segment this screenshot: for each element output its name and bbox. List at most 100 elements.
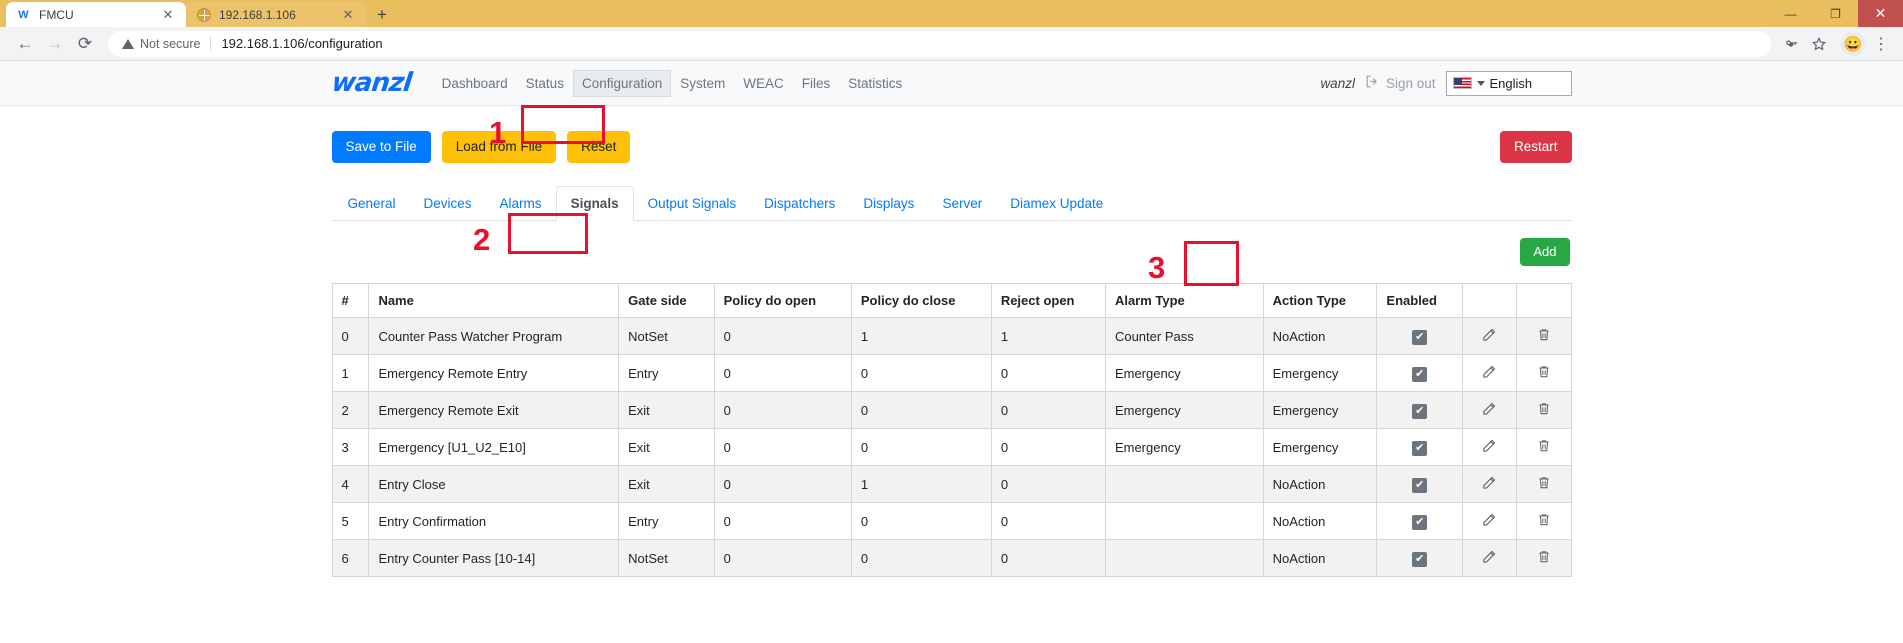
browser-tab-title: 192.168.1.106 (219, 7, 296, 22)
edit-icon[interactable] (1472, 438, 1507, 453)
cell-gate-side: Entry (618, 502, 715, 541)
edit-icon[interactable] (1472, 327, 1507, 342)
enabled-checkbox[interactable]: ✔ (1412, 514, 1428, 530)
table-row: 2 Emergency Remote Exit Exit 0 0 0 Emergency Em… (331, 391, 1572, 430)
enabled-checkbox[interactable]: ✔ (1412, 440, 1428, 456)
back-icon[interactable]: ← (10, 29, 40, 59)
current-user: wanzl (1320, 75, 1355, 91)
cell-edit[interactable] (1462, 354, 1518, 393)
cell-edit[interactable] (1462, 428, 1518, 467)
cell-enabled: ✔ (1376, 317, 1464, 356)
cell-alarm-type: Emergency (1104, 391, 1264, 430)
address-bar[interactable]: Not secure 192.168.1.106/configuration (108, 30, 1771, 57)
browser-tab-ip[interactable]: 192.168.1.106 ✕ (186, 2, 366, 27)
tab-alarms[interactable]: Alarms (486, 187, 556, 220)
add-button[interactable]: Add (1520, 237, 1570, 267)
sign-out-button[interactable]: Sign out (1365, 75, 1436, 91)
cell-number: 2 (331, 391, 370, 430)
nav-item-status[interactable]: Status (517, 70, 573, 97)
reload-icon[interactable]: ⟳ (70, 29, 100, 59)
edit-icon[interactable] (1472, 401, 1507, 416)
trash-icon[interactable] (1526, 438, 1561, 453)
cell-delete[interactable] (1516, 391, 1572, 430)
nav-item-files[interactable]: Files (793, 70, 840, 97)
sign-out-icon (1365, 75, 1380, 91)
table-row: 1 Emergency Remote Entry Entry 0 0 0 Emergency… (331, 354, 1572, 393)
minimize-icon[interactable]: — (1768, 0, 1813, 27)
tab-devices[interactable]: Devices (410, 187, 486, 220)
cell-gate-side: NotSet (618, 539, 715, 578)
cell-policy-do-close: 0 (850, 502, 992, 541)
cell-reject-open: 1 (990, 317, 1106, 356)
tab-diamex-update[interactable]: Diamex Update (996, 187, 1117, 220)
tab-output-signals[interactable]: Output Signals (634, 187, 751, 220)
page-content: wanzl Dashboard Status Configuration Sys… (0, 61, 1903, 643)
browser-menu-icon[interactable]: ⋮ (1869, 34, 1893, 54)
cell-edit[interactable] (1462, 539, 1518, 578)
maximize-icon[interactable]: ❐ (1813, 0, 1858, 27)
trash-icon[interactable] (1526, 512, 1561, 527)
edit-icon[interactable] (1472, 512, 1507, 527)
tab-general[interactable]: General (334, 187, 410, 220)
enabled-checkbox[interactable]: ✔ (1412, 477, 1428, 493)
enabled-checkbox[interactable]: ✔ (1412, 366, 1428, 382)
cell-delete[interactable] (1516, 502, 1572, 541)
security-status[interactable]: Not secure (122, 37, 200, 51)
omnibox-actions: 😀 ⋮ (1777, 31, 1893, 56)
main-nav: Dashboard Status Configuration System WE… (433, 69, 912, 97)
cell-edit[interactable] (1462, 465, 1518, 504)
cell-gate-side: Entry (618, 354, 715, 393)
nav-item-weac[interactable]: WEAC (734, 70, 793, 97)
tab-server[interactable]: Server (928, 187, 996, 220)
us-flag-icon (1452, 77, 1472, 89)
trash-icon[interactable] (1526, 475, 1561, 490)
edit-icon[interactable] (1472, 364, 1507, 379)
tab-signals[interactable]: Signals (555, 185, 634, 221)
cell-action-type: Emergency (1262, 391, 1378, 430)
cell-delete[interactable] (1516, 354, 1572, 393)
cell-edit[interactable] (1462, 317, 1518, 356)
save-to-file-button[interactable]: Save to File (331, 131, 431, 163)
edit-icon[interactable] (1472, 549, 1507, 564)
star-icon[interactable] (1805, 36, 1833, 52)
cell-number: 0 (331, 317, 370, 356)
cell-delete[interactable] (1516, 317, 1572, 356)
load-from-file-button[interactable]: Load from File (441, 131, 557, 163)
globe-icon (196, 7, 211, 22)
cell-delete[interactable] (1516, 465, 1572, 504)
nav-item-statistics[interactable]: Statistics (839, 70, 911, 97)
language-selector[interactable]: English (1445, 70, 1572, 96)
cell-delete[interactable] (1516, 428, 1572, 467)
restart-button[interactable]: Restart (1499, 131, 1572, 163)
forward-icon[interactable]: → (40, 29, 70, 59)
trash-icon[interactable] (1526, 401, 1561, 416)
nav-item-configuration[interactable]: Configuration (572, 69, 672, 97)
close-icon[interactable]: ✕ (160, 7, 176, 23)
key-icon[interactable] (1777, 37, 1805, 51)
enabled-checkbox[interactable]: ✔ (1412, 403, 1428, 419)
cell-policy-do-close: 0 (850, 391, 992, 430)
tab-dispatchers[interactable]: Dispatchers (750, 187, 849, 220)
cell-delete[interactable] (1516, 539, 1572, 578)
nav-item-dashboard[interactable]: Dashboard (433, 70, 517, 97)
trash-icon[interactable] (1526, 327, 1561, 342)
close-window-icon[interactable]: ✕ (1858, 0, 1903, 27)
close-icon[interactable]: ✕ (340, 7, 356, 23)
wanzl-logo: wanzl (329, 68, 413, 98)
cell-edit[interactable] (1462, 391, 1518, 430)
reset-button[interactable]: Reset (567, 131, 631, 163)
enabled-checkbox[interactable]: ✔ (1412, 551, 1428, 567)
browser-tab-fmcu[interactable]: W FMCU ✕ (6, 2, 186, 27)
trash-icon[interactable] (1526, 364, 1561, 379)
column-header-action-type: Action Type (1262, 283, 1378, 319)
cell-number: 3 (331, 428, 370, 467)
edit-icon[interactable] (1472, 475, 1507, 490)
trash-icon[interactable] (1526, 549, 1561, 564)
profile-avatar-icon[interactable]: 😀 (1841, 31, 1865, 56)
nav-item-system[interactable]: System (671, 70, 734, 97)
new-tab-button[interactable]: + (368, 2, 396, 27)
enabled-checkbox[interactable]: ✔ (1412, 329, 1428, 345)
cell-reject-open: 0 (990, 428, 1106, 467)
tab-displays[interactable]: Displays (849, 187, 928, 220)
cell-edit[interactable] (1462, 502, 1518, 541)
